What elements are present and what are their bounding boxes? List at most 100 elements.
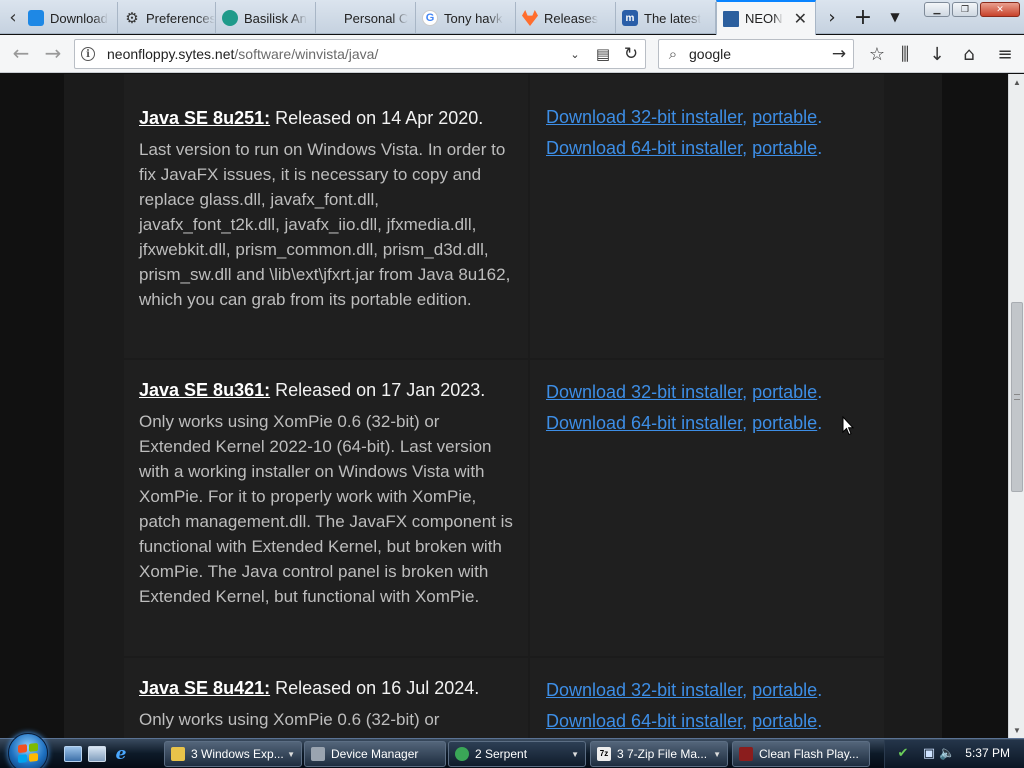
url-dropdown-icon[interactable]: ⌄ — [561, 40, 589, 68]
entry-description: Last version to run on Windows Vista. In… — [139, 140, 511, 309]
search-input[interactable]: google — [687, 46, 825, 62]
folder-icon — [171, 747, 185, 761]
download-32-link[interactable]: Download 32-bit installer — [546, 680, 742, 700]
release-date: Released on 14 Apr 2020. — [275, 108, 484, 128]
tab-google[interactable]: G Tony havk — [416, 2, 516, 34]
version-link[interactable]: Java SE 8u251: — [139, 108, 270, 128]
menu-icon[interactable]: ≡ — [990, 38, 1020, 70]
version-link[interactable]: Java SE 8u361: — [139, 380, 270, 400]
taskbar-item[interactable]: 3 Windows Exp... ▼ — [164, 741, 302, 767]
url-host: neonfloppy.sytes.net — [107, 46, 235, 62]
tab-preferences[interactable]: ⚙ Preferences — [118, 2, 216, 34]
mouse-cursor-icon — [842, 416, 854, 436]
search-icon: ⌕ — [668, 45, 678, 63]
tab-label: Personal C — [344, 10, 409, 26]
taskbar-item[interactable]: 2 Serpent ▼ — [448, 741, 586, 767]
address-bar[interactable]: i neonfloppy.sytes.net/software/winvista… — [74, 39, 646, 69]
tab-neonfloppy[interactable]: NEONFLOPPY ✕ — [716, 0, 816, 35]
download-64-link[interactable]: Download 64-bit installer — [546, 413, 742, 433]
bookmark-star-icon[interactable]: ☆ — [862, 38, 892, 70]
tab-label: Basilisk An — [244, 10, 307, 26]
scroll-down-icon[interactable]: ▼ — [1009, 722, 1024, 738]
news-icon: m — [622, 10, 638, 26]
library-icon[interactable]: ⫼ — [890, 38, 920, 70]
tab-download[interactable]: Download — [22, 2, 118, 34]
url-path: /software/winvista/java/ — [234, 46, 379, 62]
java-entry: Java SE 8u421: Released on 16 Jul 2024. … — [124, 658, 884, 738]
tabs-scroll-right-icon[interactable]: › — [820, 0, 844, 34]
search-go-icon[interactable]: → — [825, 40, 853, 68]
home-icon[interactable]: ⌂ — [954, 38, 984, 70]
version-link[interactable]: Java SE 8u421: — [139, 678, 270, 698]
network-icon[interactable]: ▣ — [921, 746, 937, 762]
minimize-icon[interactable]: ▁ — [924, 2, 950, 17]
scroll-up-icon[interactable]: ▲ — [1009, 74, 1024, 90]
internet-explorer-icon[interactable]: e — [112, 746, 130, 763]
portable-64-link[interactable]: portable — [752, 413, 817, 433]
serpent-icon — [455, 747, 469, 761]
forward-icon[interactable]: → — [38, 38, 68, 68]
page-scrollbar[interactable]: ▲ ▼ — [1008, 74, 1024, 738]
url-text[interactable]: neonfloppy.sytes.net/software/winvista/j… — [101, 46, 561, 62]
downloads-icon[interactable]: ↓ — [922, 38, 952, 70]
download-64-link[interactable]: Download 64-bit installer — [546, 711, 742, 731]
download-row-32: Download 32-bit installer, portable. — [546, 382, 823, 402]
entry-downloads: Download 32-bit installer, portable. Dow… — [530, 74, 884, 358]
portable-64-link[interactable]: portable — [752, 138, 817, 158]
entry-info: Java SE 8u361: Released on 17 Jan 2023. … — [124, 360, 528, 656]
java-entry: Java SE 8u251: Released on 14 Apr 2020. … — [124, 74, 884, 358]
clock[interactable]: 5:37 PM — [965, 746, 1010, 760]
taskbar-item[interactable]: Clean Flash Play... — [732, 741, 870, 767]
entry-heading: Java SE 8u361: Released on 17 Jan 2023. — [139, 378, 514, 402]
portable-32-link[interactable]: portable — [752, 107, 817, 127]
taskbar-item-label: Clean Flash Play... — [759, 747, 859, 761]
portable-32-link[interactable]: portable — [752, 382, 817, 402]
tab-personal[interactable]: Personal C — [316, 2, 416, 34]
device-manager-icon — [311, 747, 325, 761]
search-bar[interactable]: ⌕ google → — [658, 39, 854, 69]
start-button[interactable] — [8, 733, 48, 768]
portable-32-link[interactable]: portable — [752, 680, 817, 700]
scroll-thumb[interactable] — [1011, 302, 1023, 492]
download-64-link[interactable]: Download 64-bit installer — [546, 138, 742, 158]
tab-releases[interactable]: Releases — [516, 2, 616, 34]
taskbar-item[interactable]: 7z 3 7-Zip File Ma... ▼ — [590, 741, 728, 767]
tab-basilisk[interactable]: Basilisk An — [216, 2, 316, 34]
download-32-link[interactable]: Download 32-bit installer — [546, 107, 742, 127]
reload-icon[interactable]: ↻ — [617, 40, 645, 68]
show-desktop-icon[interactable] — [64, 746, 82, 762]
system-tray: ✔ ▣ 🔈 5:37 PM — [884, 740, 1024, 768]
volume-muted-icon[interactable]: 🔈 — [939, 746, 955, 762]
favicon-icon — [28, 10, 44, 26]
taskbar-item[interactable]: Device Manager — [304, 741, 446, 767]
site-info-icon[interactable]: i — [75, 47, 101, 61]
tab-label: The latest — [644, 10, 702, 26]
back-icon[interactable]: ← — [6, 38, 36, 68]
content-column: Java SE 8u251: Released on 14 Apr 2020. … — [64, 74, 942, 738]
safely-remove-icon[interactable]: ✔ — [895, 746, 911, 762]
entry-info: Java SE 8u251: Released on 14 Apr 2020. … — [124, 74, 528, 358]
download-row-32: Download 32-bit installer, portable. — [546, 107, 823, 127]
close-window-icon[interactable]: ✕ — [980, 2, 1020, 17]
tab-the-latest[interactable]: m The latest — [616, 2, 716, 34]
reader-view-icon[interactable]: ▤ — [589, 40, 617, 68]
entry-downloads: Download 32-bit installer, portable. Dow… — [530, 658, 884, 738]
close-tab-icon[interactable]: ✕ — [794, 9, 807, 29]
windows-logo-icon — [18, 742, 38, 764]
dropdown-arrow-icon: ▼ — [713, 749, 721, 759]
google-icon: G — [422, 10, 438, 26]
entry-downloads: Download 32-bit installer, portable. Dow… — [530, 360, 884, 656]
tabs-scroll-left-icon[interactable]: ‹ — [2, 0, 24, 34]
download-32-link[interactable]: Download 32-bit installer — [546, 382, 742, 402]
portable-64-link[interactable]: portable — [752, 711, 817, 731]
tab-label: Tony havk — [444, 10, 503, 26]
switch-windows-icon[interactable] — [88, 746, 106, 762]
list-all-tabs-icon[interactable]: ▼ — [882, 0, 908, 34]
restore-icon[interactable]: ❐ — [952, 2, 978, 17]
taskbar-item-label: 3 7-Zip File Ma... — [617, 747, 708, 761]
tab-label: Releases — [544, 10, 599, 26]
download-row-64: Download 64-bit installer, portable. — [546, 413, 823, 433]
new-tab-icon[interactable]: + — [850, 0, 876, 34]
7zip-icon: 7z — [597, 747, 611, 761]
tab-label: Preferences — [146, 10, 215, 26]
